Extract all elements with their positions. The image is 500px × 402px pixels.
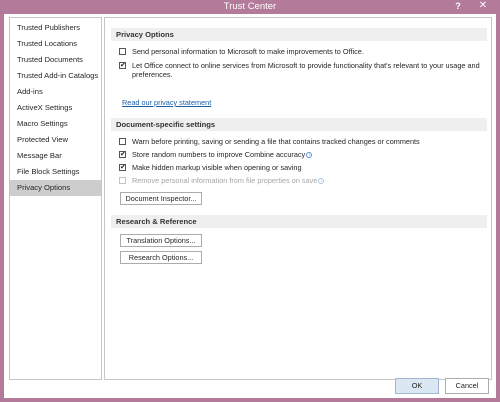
research-options-button[interactable]: Research Options... xyxy=(120,251,202,264)
send-personal-info-checkbox[interactable] xyxy=(119,48,126,55)
store-random-numbers-label: Store random numbers to improve Combine … xyxy=(132,150,306,159)
warn-tracked-changes-option[interactable]: Warn before printing, saving or sending … xyxy=(119,137,483,146)
sidebar-item-trusted-addin-catalogs[interactable]: Trusted Add-in Catalogs xyxy=(10,68,101,84)
sidebar-item-file-block-settings[interactable]: File Block Settings xyxy=(10,164,101,180)
warn-tracked-changes-label: Warn before printing, saving or sending … xyxy=(132,137,420,146)
window-title: Trust Center xyxy=(223,1,277,12)
remove-personal-info-option: Remove personal information from file pr… xyxy=(119,176,483,185)
cancel-button[interactable]: Cancel xyxy=(445,378,489,394)
sidebar-item-message-bar[interactable]: Message Bar xyxy=(10,148,101,164)
ok-button[interactable]: OK xyxy=(395,378,439,394)
store-random-numbers-option[interactable]: Store random numbers to improve Combine … xyxy=(119,150,483,159)
research-reference-header: Research & Reference xyxy=(111,215,487,228)
sidebar-item-protected-view[interactable]: Protected View xyxy=(10,132,101,148)
info-icon[interactable]: i xyxy=(306,152,313,158)
dialog-body: Trusted Publishers Trusted Locations Tru… xyxy=(4,14,496,398)
online-services-checkbox[interactable] xyxy=(119,61,126,70)
sidebar-item-trusted-documents[interactable]: Trusted Documents xyxy=(10,52,101,68)
hidden-markup-label: Make hidden markup visible when opening … xyxy=(132,163,302,172)
send-personal-info-option[interactable]: Send personal information to Microsoft t… xyxy=(119,47,483,56)
privacy-statement-link[interactable]: Read our privacy statement xyxy=(122,98,211,107)
privacy-options-header: Privacy Options xyxy=(111,28,487,41)
store-random-numbers-checkbox[interactable] xyxy=(119,150,126,159)
translation-options-button[interactable]: Translation Options... xyxy=(120,234,202,247)
title-bar: Trust Center ? ✕ xyxy=(0,0,500,14)
remove-personal-info-checkbox xyxy=(119,177,126,184)
hidden-markup-checkbox[interactable] xyxy=(119,163,126,172)
sidebar-nav: Trusted Publishers Trusted Locations Tru… xyxy=(9,17,102,380)
online-services-option[interactable]: Let Office connect to online services fr… xyxy=(119,61,483,79)
warn-tracked-changes-checkbox[interactable] xyxy=(119,138,126,145)
sidebar-item-privacy-options[interactable]: Privacy Options xyxy=(10,180,101,196)
close-button[interactable]: ✕ xyxy=(470,0,496,12)
sidebar-item-activex-settings[interactable]: ActiveX Settings xyxy=(10,100,101,116)
online-services-label: Let Office connect to online services fr… xyxy=(132,61,480,79)
sidebar-item-addins[interactable]: Add-ins xyxy=(10,84,101,100)
document-settings-header: Document-specific settings xyxy=(111,118,487,131)
hidden-markup-option[interactable]: Make hidden markup visible when opening … xyxy=(119,163,483,172)
help-button[interactable]: ? xyxy=(452,0,464,12)
sidebar-item-macro-settings[interactable]: Macro Settings xyxy=(10,116,101,132)
send-personal-info-label: Send personal information to Microsoft t… xyxy=(132,47,364,56)
remove-personal-info-label: Remove personal information from file pr… xyxy=(132,176,318,185)
info-icon[interactable]: i xyxy=(318,178,325,184)
document-inspector-button[interactable]: Document Inspector... xyxy=(120,192,202,205)
sidebar-item-trusted-publishers[interactable]: Trusted Publishers xyxy=(10,20,101,36)
sidebar-item-trusted-locations[interactable]: Trusted Locations xyxy=(10,36,101,52)
settings-panel: Privacy Options Send personal informatio… xyxy=(104,17,492,380)
